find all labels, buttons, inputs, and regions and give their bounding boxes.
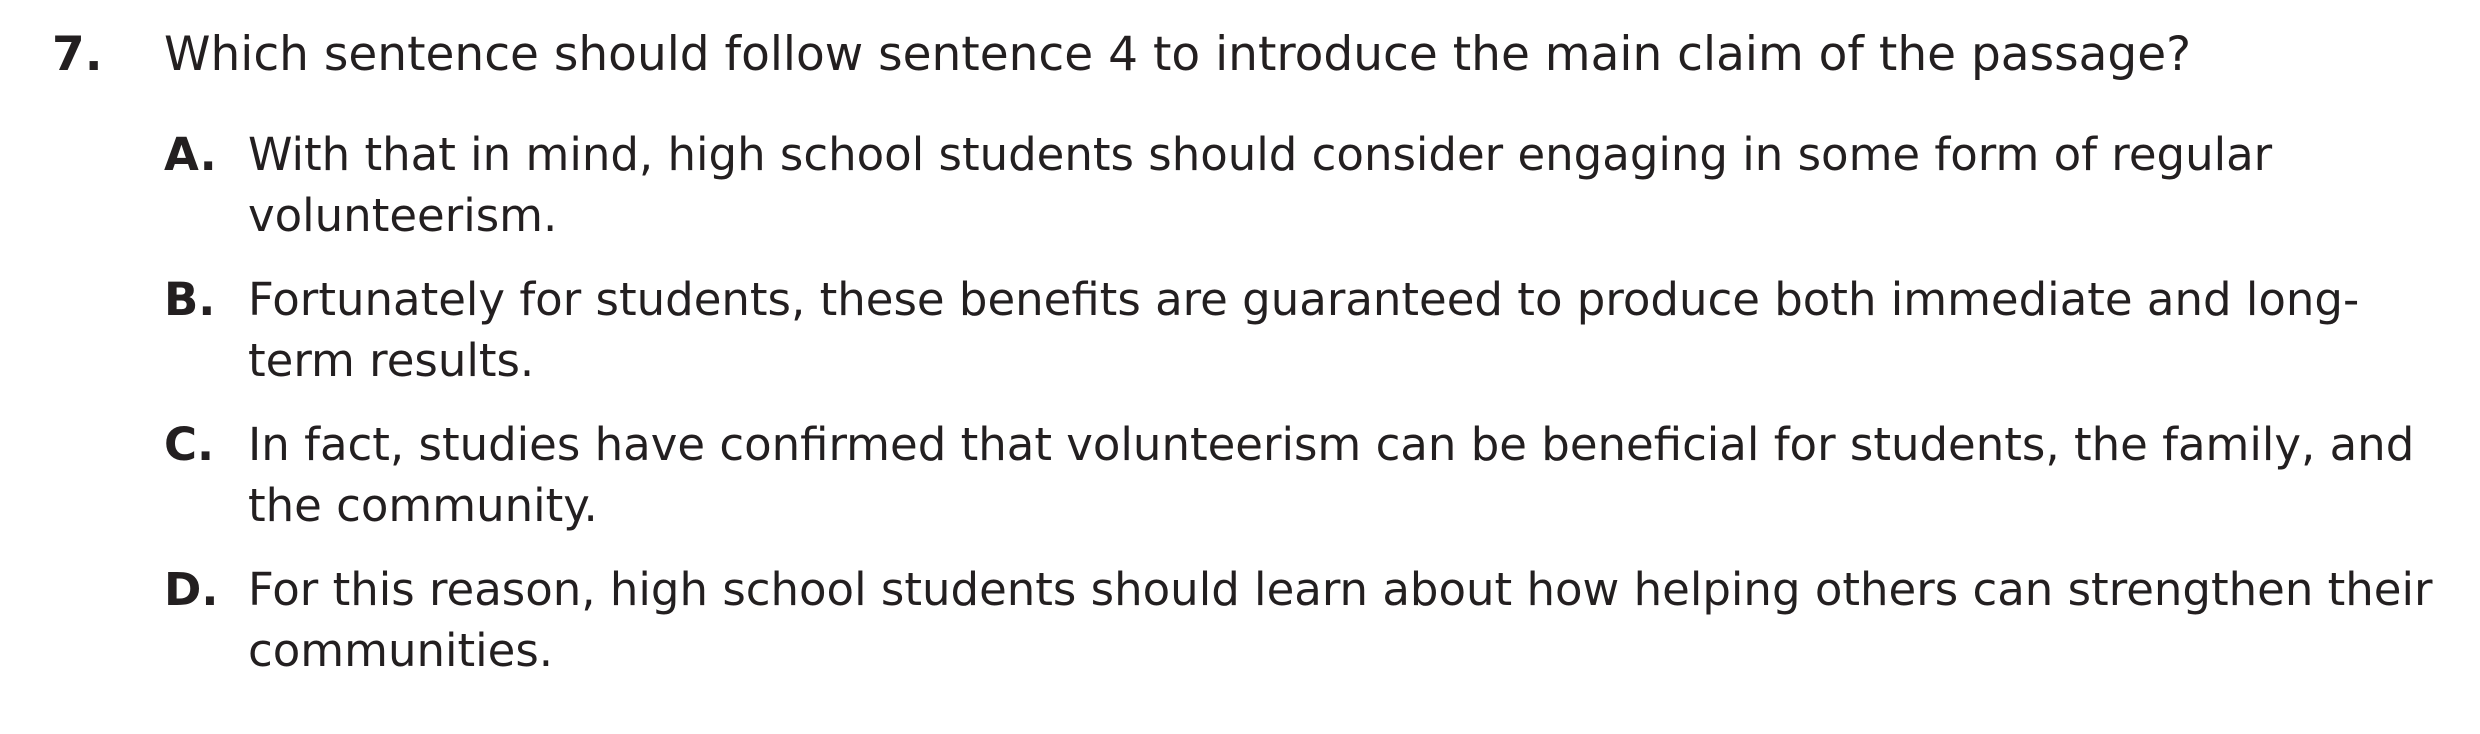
answer-option-d[interactable]: D. For this reason, high school students…: [164, 559, 2452, 681]
option-letter: C.: [164, 418, 215, 471]
answer-option-a[interactable]: A. With that in mind, high school studen…: [164, 124, 2452, 246]
answer-options: A. With that in mind, high school studen…: [164, 124, 2452, 681]
option-letter: D.: [164, 563, 219, 616]
question-stem: 7. Which sentence should follow sentence…: [52, 24, 2452, 86]
answer-option-c[interactable]: C. In fact, studies have confirmed that …: [164, 414, 2452, 536]
option-letter: A.: [164, 128, 217, 181]
option-text: With that in mind, high school students …: [248, 128, 2273, 242]
option-letter: B.: [164, 273, 216, 326]
option-text: Fortunately for students, these benefits…: [248, 273, 2360, 387]
question-block: 7. Which sentence should follow sentence…: [52, 24, 2452, 704]
question-text: Which sentence should follow sentence 4 …: [164, 27, 2192, 82]
option-text: In fact, studies have confirmed that vol…: [248, 418, 2415, 532]
option-text: For this reason, high school students sh…: [248, 563, 2433, 677]
answer-option-b[interactable]: B. Fortunately for students, these benef…: [164, 269, 2452, 391]
question-number: 7.: [52, 27, 103, 82]
